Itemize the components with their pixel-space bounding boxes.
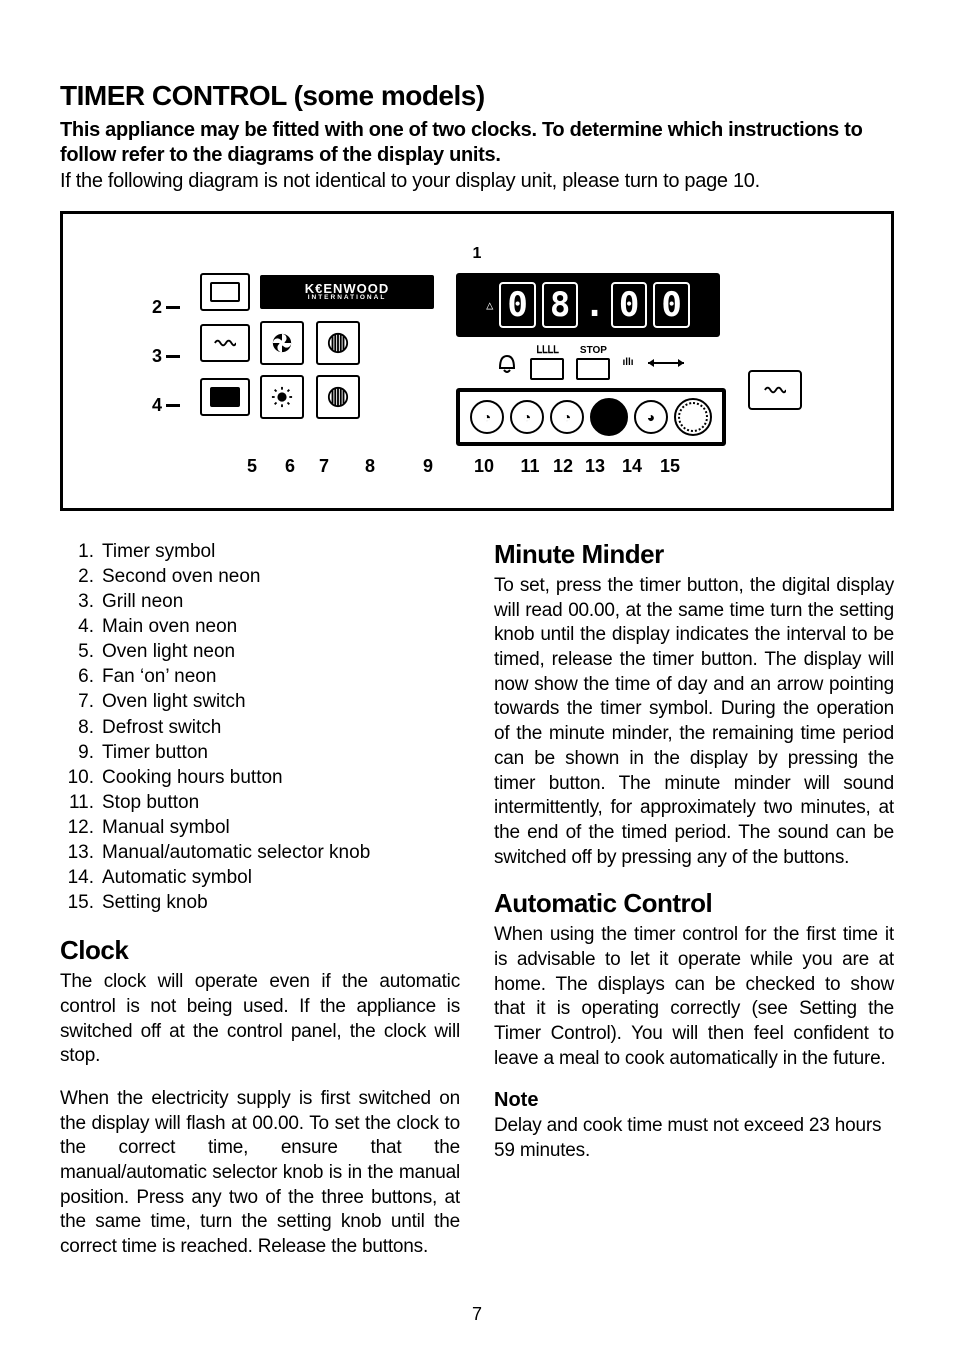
cooking-hours-button: ⅬⅬⅬⅬ (530, 345, 564, 380)
legend-item-8: Defrost switch (102, 715, 221, 740)
fan-icon (271, 332, 293, 354)
callout-6: 6 (272, 456, 308, 477)
digit-2: 8 (542, 282, 578, 328)
clock-paragraph-2: When the electricity supply is first swi… (60, 1087, 460, 1260)
legend-item-12: Manual symbol (102, 815, 230, 840)
legend-item-9: Timer button (102, 740, 208, 765)
clock-paragraph-1: The clock will operate even if the autom… (60, 970, 460, 1069)
defrost-switch-icon (316, 375, 360, 419)
second-oven-neon-icon (200, 273, 250, 311)
oven-light-switch-icon (316, 321, 360, 365)
clock-heading: Clock (60, 935, 460, 966)
control-panel-diagram: 1 2 3 4 K€ENWOOD INTERNATIONAL (60, 211, 894, 511)
selector-knob-icon (590, 398, 628, 436)
manual-symbol-icon: ıllı (622, 357, 633, 368)
legend-item-14: Automatic symbol (102, 865, 252, 890)
callout-7: 7 (308, 456, 340, 477)
bottom-callouts: 5 6 7 8 9 10 11 12 13 14 15 (112, 456, 842, 477)
callout-10: 10 (456, 456, 512, 477)
callout-13: 13 (578, 456, 612, 477)
minute-minder-paragraph: To set, press the timer button, the digi… (494, 574, 894, 870)
legend-item-2: Second oven neon (102, 564, 260, 589)
legend-item-13: Manual/automatic selector knob (102, 840, 370, 865)
timer-button-icon (496, 350, 518, 376)
brand-plate: K€ENWOOD INTERNATIONAL (260, 275, 434, 309)
page-number: 7 (472, 1304, 482, 1325)
grille-icon (327, 332, 349, 354)
legend-item-15: Setting knob (102, 890, 208, 915)
callout-14: 14 (612, 456, 652, 477)
clock-icon-1: ◔ (470, 400, 504, 434)
sun-icon (271, 386, 293, 408)
automatic-symbol-icon: ◕ (634, 400, 668, 434)
subheading: This appliance may be fitted with one of… (60, 118, 894, 168)
callout-2: 2 (152, 297, 180, 318)
legend-item-3: Grill neon (102, 589, 183, 614)
clock-icon-2: ◔ (510, 400, 544, 434)
aux-neon-icon (748, 370, 802, 410)
legend-item-10: Cooking hours button (102, 765, 283, 790)
oven-light-neon-icon (260, 375, 304, 419)
callout-12: 12 (548, 456, 578, 477)
legend-list: 1.Timer symbol 2.Second oven neon 3.Gril… (60, 539, 460, 915)
automatic-control-paragraph: When using the timer control for the fir… (494, 923, 894, 1071)
page-title: TIMER CONTROL (some models) (60, 80, 894, 112)
grill-neon-icon (200, 324, 250, 362)
legend-item-4: Main oven neon (102, 614, 237, 639)
callout-9: 9 (400, 456, 456, 477)
note-paragraph: Delay and cook time must not exceed 23 h… (494, 1114, 894, 1163)
callout-8: 8 (340, 456, 400, 477)
left-callouts: 2 3 4 (152, 273, 180, 416)
button-row: ⅬⅬⅬⅬ STOP ıllı (456, 345, 726, 380)
main-oven-neon-icon (200, 378, 250, 416)
digit-1: 0 (499, 282, 535, 328)
clock-icon-3: ◔ (550, 400, 584, 434)
manual-label: ıllı (622, 357, 633, 368)
callout-15: 15 (652, 456, 688, 477)
legend-item-5: Oven light neon (102, 639, 235, 664)
callout-5: 5 (232, 456, 272, 477)
callout-3: 3 (152, 346, 180, 367)
brand-subtitle: INTERNATIONAL (308, 295, 387, 302)
callout-4: 4 (152, 395, 180, 416)
neon-column: K€ENWOOD INTERNATIONAL (200, 273, 434, 419)
digit-4: 0 (653, 282, 689, 328)
bell-icon (496, 350, 518, 376)
wave-icon (764, 379, 786, 401)
fan-on-neon-icon (260, 321, 304, 365)
stop-label: STOP (580, 345, 607, 356)
grill-wave-icon (214, 332, 236, 354)
legend-item-11: Stop button (102, 790, 199, 815)
automatic-control-heading: Automatic Control (494, 888, 894, 919)
digit-3: 0 (611, 282, 647, 328)
stop-button: STOP (576, 345, 610, 380)
legend-item-6: Fan ‘on’ neon (102, 664, 216, 689)
grille-icon (327, 386, 349, 408)
setting-knob-icon (674, 398, 712, 436)
digital-display: △ 0 8 . 0 0 (456, 273, 720, 337)
legend-item-1: Timer symbol (102, 539, 215, 564)
cook-label: ⅬⅬⅬⅬ (536, 345, 558, 356)
arrow-icon (646, 356, 686, 370)
lead-text: If the following diagram is not identica… (60, 170, 894, 193)
lower-icon-row: ◔ ◔ ◔ ◕ (456, 388, 726, 446)
legend-item-7: Oven light switch (102, 689, 246, 714)
timer-module: △ 0 8 . 0 0 ⅬⅬⅬⅬ STOP ıllı ◔ ◔ ◔ (456, 273, 726, 446)
minute-minder-heading: Minute Minder (494, 539, 894, 570)
note-heading: Note (494, 1089, 894, 1112)
callout-11: 11 (512, 456, 548, 477)
callout-1: 1 (473, 245, 482, 263)
